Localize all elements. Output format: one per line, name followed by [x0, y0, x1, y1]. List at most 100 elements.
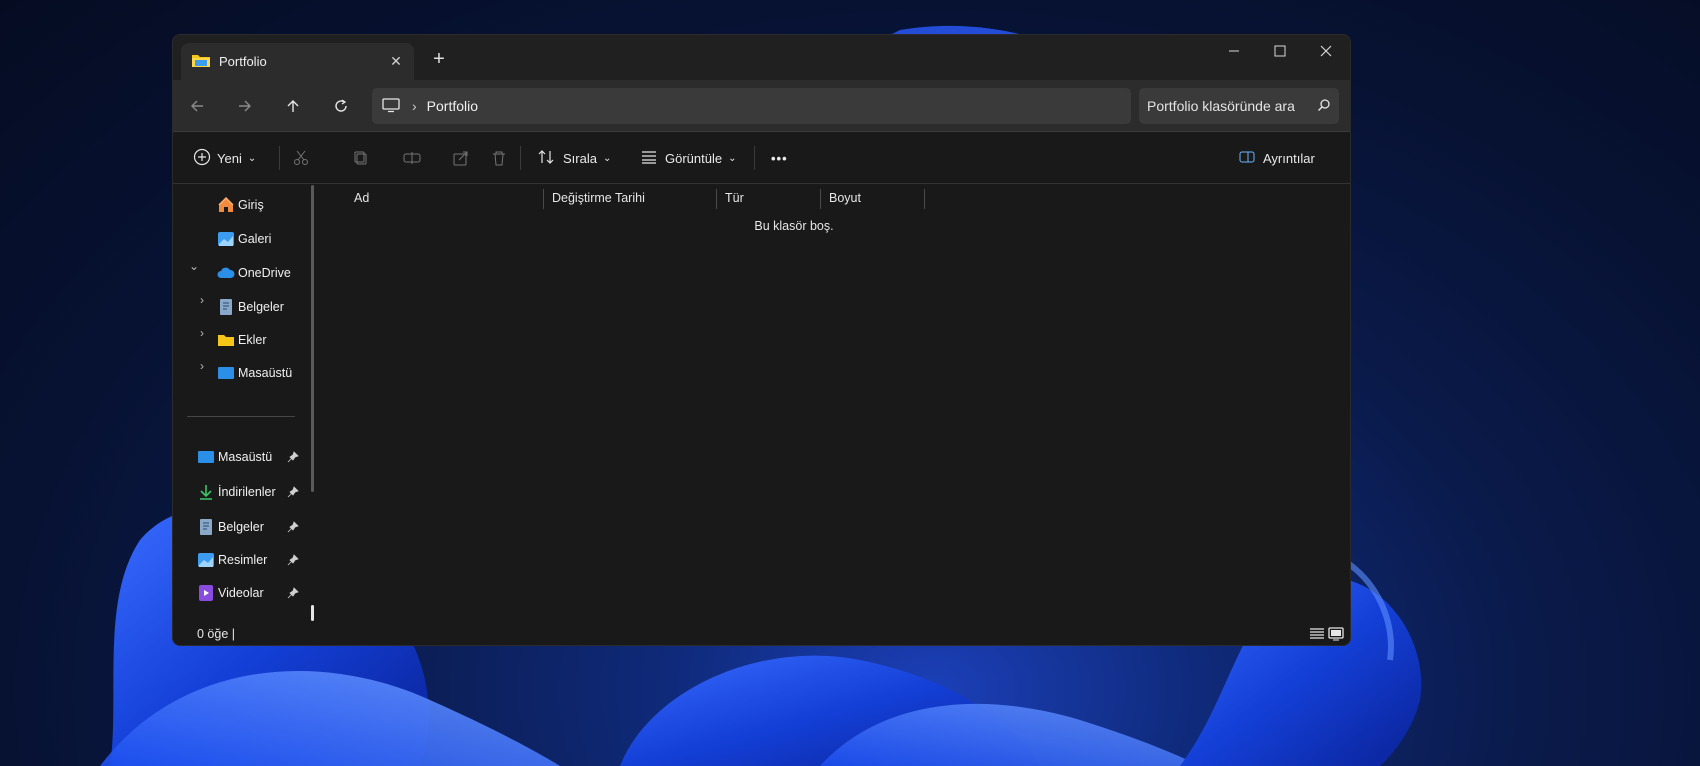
sidebar-item-label: Videolar	[218, 586, 264, 600]
address-bar[interactable]: › Portfolio	[372, 88, 1131, 124]
chevron-right-icon[interactable]: ›	[195, 293, 209, 307]
column-header-name[interactable]: Ad	[354, 191, 369, 205]
new-label: Yeni	[217, 150, 242, 166]
chevron-down-icon[interactable]: ⌄	[187, 259, 201, 273]
delete-icon[interactable]	[491, 142, 507, 174]
close-tab-icon[interactable]: ✕	[388, 53, 404, 69]
pictures-icon	[197, 551, 215, 569]
new-tab-button[interactable]: +	[427, 47, 451, 71]
desktop-icon	[217, 364, 235, 382]
details-pane-button[interactable]: Ayrıntılar	[1239, 142, 1315, 174]
column-divider[interactable]	[716, 189, 717, 209]
search-icon[interactable]	[1317, 98, 1331, 115]
sidebar-item-home[interactable]: Giriş	[217, 191, 264, 219]
search-box[interactable]: Portfolio klasöründe ara	[1139, 88, 1339, 124]
sidebar-item-label: Giriş	[238, 198, 264, 212]
back-arrow-icon[interactable]	[185, 94, 209, 118]
copy-icon[interactable]	[353, 142, 369, 174]
sidebar-item-quick-documents[interactable]: Belgeler	[197, 513, 264, 541]
videos-icon	[197, 584, 215, 602]
desktop-icon	[197, 448, 215, 466]
column-header-date[interactable]: Değiştirme Tarihi	[552, 191, 645, 205]
search-input[interactable]: Portfolio klasöründe ara	[1147, 98, 1295, 114]
toolbar-divider	[279, 146, 280, 170]
chevron-down-icon: ⌄	[602, 152, 612, 164]
sidebar-item-videos[interactable]: Videolar	[197, 579, 264, 607]
column-divider[interactable]	[543, 189, 544, 209]
pin-icon[interactable]	[287, 554, 299, 566]
plus-circle-icon	[193, 148, 211, 169]
sidebar-divider	[187, 416, 295, 417]
home-icon	[217, 196, 235, 214]
maximize-icon[interactable]	[1257, 35, 1303, 67]
pin-icon[interactable]	[287, 521, 299, 533]
title-bar: Portfolio ✕ +	[173, 35, 1350, 80]
tab-title: Portfolio	[219, 54, 267, 69]
minimize-icon[interactable]	[1211, 35, 1257, 67]
chevron-right-icon[interactable]: ›	[195, 359, 209, 373]
toolbar-divider	[520, 146, 521, 170]
sort-label: Sırala	[563, 150, 597, 166]
file-list: Ad Değiştirme Tarihi Tür Boyut Bu klasör…	[314, 185, 1350, 610]
details-label: Ayrıntılar	[1263, 150, 1315, 166]
file-explorer-window: Portfolio ✕ + › Portfolio Portfolio klas…	[172, 34, 1351, 646]
forward-arrow-icon[interactable]	[233, 94, 257, 118]
sidebar-item-label: Resimler	[218, 553, 268, 567]
share-icon[interactable]	[453, 142, 469, 174]
sidebar-item-label: Belgeler	[238, 300, 284, 314]
pin-icon[interactable]	[287, 587, 299, 599]
list-view-icon	[641, 150, 657, 167]
sidebar-item-label: Belgeler	[218, 520, 264, 534]
sidebar-item-attachments[interactable]: Ekler	[217, 326, 266, 354]
column-divider[interactable]	[924, 189, 925, 209]
column-header-type[interactable]: Tür	[725, 191, 744, 205]
view-label: Görüntüle	[665, 150, 723, 166]
navigation-bar: › Portfolio Portfolio klasöründe ara	[173, 80, 1350, 132]
sidebar-item-gallery[interactable]: Galeri	[217, 225, 271, 253]
more-options-button[interactable]: •••	[771, 142, 788, 174]
details-pane-icon	[1239, 150, 1255, 167]
toolbar-divider	[754, 146, 755, 170]
details-view-icon[interactable]	[1309, 627, 1325, 641]
rename-icon[interactable]	[403, 142, 421, 174]
sidebar-item-label: Masaüstü	[218, 450, 273, 464]
tiles-view-icon[interactable]	[1328, 627, 1344, 641]
close-window-icon[interactable]	[1303, 35, 1349, 67]
documents-icon	[197, 518, 215, 536]
folder-icon	[191, 52, 211, 71]
sort-button[interactable]: Sırala ⌄	[537, 142, 611, 174]
up-arrow-icon[interactable]	[281, 94, 305, 118]
sidebar-item-pictures[interactable]: Resimler	[197, 546, 267, 574]
address-path[interactable]: Portfolio	[427, 98, 478, 114]
column-header-size[interactable]: Boyut	[829, 191, 861, 205]
chevron-down-icon: ⌄	[247, 152, 257, 164]
documents-icon	[217, 298, 235, 316]
chevron-right-icon[interactable]: ›	[195, 326, 209, 340]
new-button[interactable]: Yeni ⌄	[193, 142, 256, 174]
command-bar: Yeni ⌄ Sırala ⌄ Görüntüle ⌄ ••• Ayrıntıl…	[173, 132, 1350, 184]
sidebar-item-onedrive[interactable]: OneDrive	[217, 259, 291, 287]
sort-icon	[537, 149, 555, 168]
folder-icon	[217, 331, 235, 349]
cloud-icon	[217, 264, 235, 282]
chevron-right-icon[interactable]: ›	[412, 98, 417, 114]
pin-icon[interactable]	[287, 486, 299, 498]
column-divider[interactable]	[820, 189, 821, 209]
sidebar-item-label: Masaüstü	[238, 366, 293, 380]
sidebar-item-label: İndirilenler	[218, 485, 276, 499]
navigation-pane: Giriş Galeri ⌄ OneDrive › Belgeler › Ekl…	[173, 185, 312, 610]
refresh-icon[interactable]	[329, 94, 353, 118]
sidebar-item-quick-desktop[interactable]: Masaüstü	[197, 443, 272, 471]
computer-icon	[382, 97, 400, 116]
pin-icon[interactable]	[287, 451, 299, 463]
cut-icon[interactable]	[293, 142, 309, 174]
sidebar-item-label: OneDrive	[238, 266, 291, 280]
download-icon	[197, 483, 215, 501]
view-button[interactable]: Görüntüle ⌄	[641, 142, 736, 174]
sidebar-item-documents[interactable]: Belgeler	[217, 293, 284, 321]
sidebar-item-desktop[interactable]: Masaüstü	[217, 359, 292, 387]
empty-folder-message: Bu klasör boş.	[754, 219, 834, 233]
tab-portfolio[interactable]: Portfolio ✕	[181, 43, 414, 80]
sidebar-item-downloads[interactable]: İndirilenler	[197, 478, 276, 506]
sidebar-item-label: Ekler	[238, 333, 267, 347]
